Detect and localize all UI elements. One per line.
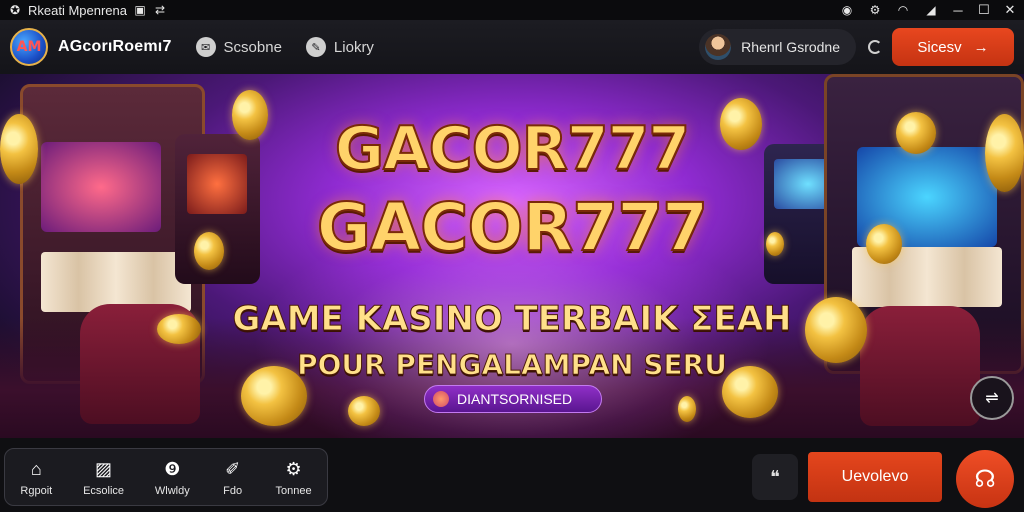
close-icon[interactable]: ✕	[1004, 2, 1016, 17]
user-name: Rhenrl Gsrodne	[741, 39, 840, 55]
top-cta-label: Sicesv	[917, 38, 962, 56]
hero-headline-1: GACOR777	[334, 113, 691, 185]
promo-badge[interactable]: DIANTSORNISED	[424, 385, 602, 413]
info-icon: ❾	[164, 458, 181, 479]
home-icon: ⌂	[30, 458, 42, 479]
wifi-icon: ◠	[897, 3, 909, 17]
status-bar: ✪ Rkeati Mpenrena ▣ ⇄ ◉ ⚙ ◠ ◢ ─ ☐ ✕	[0, 0, 1024, 20]
hero-tagline-1: GAME KASINO TERBAIK ΣEAH	[232, 299, 792, 340]
signal-icon: ◢	[926, 3, 936, 17]
promo-label: DIANTSORNISED	[457, 391, 573, 407]
arrow-right-icon: →	[973, 38, 989, 56]
expand-button[interactable]: ⇌	[970, 376, 1014, 420]
promo-icon	[433, 391, 449, 407]
bottom-dock: ⌂ Rgpoit ▨ Ecsolice ❾ Wlwldy ✐ Fdo ⚙ Ton…	[4, 448, 328, 506]
loading-icon	[868, 40, 882, 54]
dock-label: Ecsolice	[83, 485, 125, 497]
nav-link-2[interactable]: ✎ Liokry	[305, 37, 374, 57]
share-icon[interactable]: ⇄	[153, 3, 167, 17]
nav-link-label: Scsobne	[223, 38, 282, 56]
coin-decoration	[678, 396, 696, 422]
nav-link-label: Liokry	[333, 38, 374, 56]
brand-name[interactable]: AGcorıRoemı7	[58, 38, 172, 56]
user-chip[interactable]: Rhenrl Gsrodne	[699, 29, 856, 65]
settings-icon[interactable]: ⚙	[868, 3, 882, 17]
image-icon: ▨	[95, 458, 113, 479]
status-title: Rkeati Mpenrena	[28, 2, 127, 18]
sliders-icon: ⇌	[985, 390, 999, 407]
coin-decoration	[348, 396, 380, 426]
pin-icon: ✎	[305, 37, 326, 57]
support-fab[interactable]: ☊	[956, 450, 1014, 508]
dock-label: Wlwldy	[154, 485, 190, 497]
bottom-cta-label: Uevolevo	[841, 468, 909, 485]
minimize-icon[interactable]: ─	[952, 3, 964, 18]
gear-icon: ⚙	[285, 458, 302, 479]
dock-item-gallery[interactable]: ▨ Ecsolice	[83, 457, 125, 498]
edit-icon: ✐	[225, 458, 241, 479]
bottom-bar: ⌂ Rgpoit ▨ Ecsolice ❾ Wlwldy ✐ Fdo ⚙ Ton…	[0, 438, 1024, 512]
top-nav: AM AGcorıRoemı7 ✉ Scsobne ✎ Liokry Rhenr…	[0, 20, 1024, 74]
dock-label: Tonnee	[275, 485, 312, 497]
dock-item-settings[interactable]: ⚙ Tonnee	[275, 457, 312, 498]
record-icon: ◉	[841, 3, 853, 17]
logo-text: AM	[16, 39, 42, 55]
window-icon[interactable]: ▣	[133, 3, 147, 17]
chat-bubble-icon: ❝	[770, 466, 780, 487]
bottom-cta-button[interactable]: Uevolevo	[808, 452, 942, 502]
hero-headline-2: GACOR777	[316, 188, 709, 267]
support-icon: ☊	[974, 465, 996, 493]
app-icon: ✪	[9, 3, 21, 17]
hero-banner[interactable]: GACOR777 GACOR777 GAME KASINO TERBAIK ΣE…	[0, 74, 1024, 438]
dock-item-info[interactable]: ❾ Wlwldy	[154, 457, 190, 498]
avatar	[705, 34, 732, 60]
dock-label: Fdo	[223, 485, 243, 497]
dock-label: Rgpoit	[20, 485, 53, 497]
site-logo[interactable]: AM	[10, 28, 48, 66]
chat-icon: ✉	[195, 37, 216, 57]
maximize-icon[interactable]: ☐	[978, 2, 990, 17]
hero-tagline-2: POUR PENGALAMPAN SERU	[297, 348, 728, 382]
chat-button[interactable]: ❝	[752, 454, 798, 500]
dock-item-home[interactable]: ⌂ Rgpoit	[20, 457, 53, 498]
nav-link-1[interactable]: ✉ Scsobne	[195, 37, 282, 57]
dock-item-edit[interactable]: ✐ Fdo	[221, 457, 245, 498]
top-cta-button[interactable]: Sicesv →	[892, 28, 1014, 66]
